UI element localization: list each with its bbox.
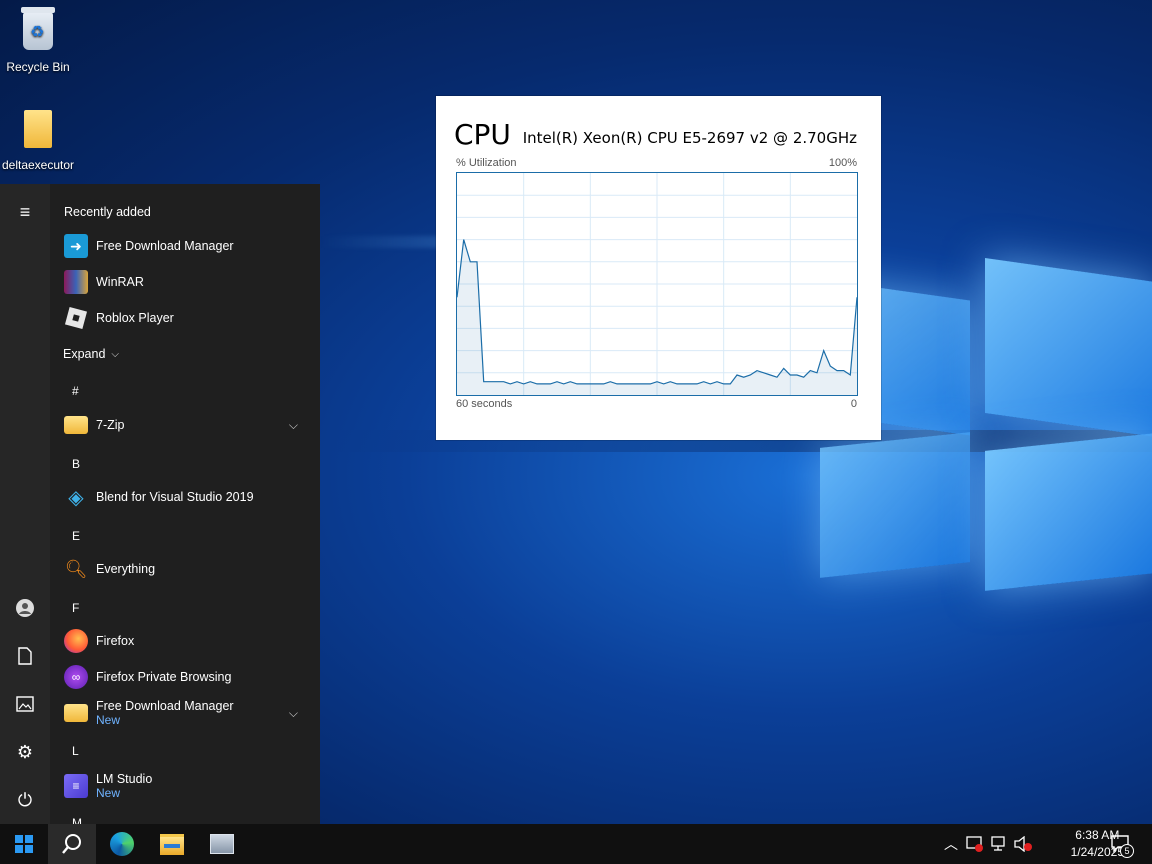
settings-gear-icon[interactable]: ⚙ <box>0 730 50 774</box>
cpu-x-right-label: 0 <box>850 398 857 410</box>
expand-label: Expand <box>63 347 106 361</box>
start-rail: ≡ ⚙ ⏻ <box>0 184 50 824</box>
file-explorer-icon <box>160 833 184 855</box>
notification-center-button[interactable]: 5 <box>1106 824 1136 864</box>
pictures-icon[interactable] <box>0 682 50 726</box>
cpu-y-max-label: 100% <box>828 157 857 169</box>
taskbar-remote-desktop[interactable] <box>198 824 246 864</box>
remote-desktop-icon <box>210 834 234 854</box>
user-account-icon[interactable] <box>0 586 50 630</box>
app-7zip[interactable]: 7-Zip ⌵ <box>50 407 320 443</box>
roblox-icon <box>64 306 88 330</box>
start-app-list: Recently added ➜ Free Download Manager W… <box>50 184 320 824</box>
documents-icon[interactable] <box>0 634 50 678</box>
desktop-icon-label: deltaexecutor <box>1 158 75 172</box>
cpu-x-left-label: 60 seconds <box>456 398 513 410</box>
new-badge: New <box>96 786 121 800</box>
chevron-down-icon[interactable]: ⌵ <box>289 418 298 433</box>
taskbar: ︿ 6:38 AM 1/24/2025 5 <box>0 824 1152 864</box>
app-label: WinRAR <box>96 275 144 289</box>
recently-added-header: Recently added <box>64 205 151 219</box>
show-hidden-icons-chevron-up-icon[interactable]: ︿ <box>940 824 962 864</box>
group-letter[interactable]: E <box>72 529 80 543</box>
folder-icon <box>64 416 88 434</box>
app-everything[interactable]: 🔍︎ Everything <box>50 551 320 587</box>
app-blend-visual-studio[interactable]: ◈ Blend for Visual Studio 2019 <box>50 479 320 515</box>
new-badge: New <box>96 713 121 727</box>
group-letter[interactable]: M <box>72 816 82 824</box>
recycle-bin-icon <box>18 7 58 56</box>
app-label: Roblox Player <box>96 311 174 325</box>
app-firefox[interactable]: Firefox <box>50 623 320 659</box>
cpu-graph-svg <box>456 173 858 395</box>
desktop-icon-recycle-bin[interactable]: Recycle Bin <box>0 7 76 74</box>
taskbar-edge[interactable] <box>98 824 146 864</box>
app-label: LM Studio <box>96 772 153 786</box>
cpu-utilization-graph <box>456 172 858 396</box>
app-lm-studio[interactable]: ≡ LM Studio New <box>50 768 320 804</box>
winrar-icon <box>64 270 88 294</box>
cpu-y-axis-label: % Utilization <box>456 157 517 169</box>
chevron-down-icon[interactable]: ⌵ <box>289 706 298 721</box>
app-roblox-player[interactable]: Roblox Player <box>50 300 320 336</box>
app-label: Firefox Private Browsing <box>96 670 232 684</box>
cpu-title: CPU <box>454 118 511 151</box>
power-icon[interactable]: ⏻ <box>0 778 50 822</box>
start-button[interactable] <box>0 824 48 864</box>
group-letter[interactable]: B <box>72 457 80 471</box>
network-icon[interactable] <box>988 824 1010 864</box>
edge-icon <box>110 832 134 856</box>
group-letter[interactable]: # <box>72 384 79 398</box>
app-label: Blend for Visual Studio 2019 <box>96 490 254 504</box>
chevron-down-icon: ⌵ <box>111 348 119 360</box>
windows-logo-icon <box>15 835 33 853</box>
app-label: Everything <box>96 562 156 576</box>
app-winrar[interactable]: WinRAR <box>50 264 320 300</box>
desktop-icon-label: Recycle Bin <box>6 60 70 74</box>
start-menu: ≡ ⚙ ⏻ Recently added ➜ Free Download Man… <box>0 184 320 824</box>
app-firefox-private[interactable]: ∞ Firefox Private Browsing <box>50 659 320 695</box>
app-label: 7-Zip <box>96 418 125 432</box>
group-letter[interactable]: L <box>72 744 79 758</box>
security-alert-icon[interactable] <box>964 824 986 864</box>
taskbar-file-explorer[interactable] <box>148 824 196 864</box>
free-download-manager-icon: ➜ <box>64 234 88 258</box>
search-icon <box>62 834 81 854</box>
cpu-monitor-widget[interactable]: CPU Intel(R) Xeon(R) CPU E5-2697 v2 @ 2.… <box>436 96 881 440</box>
firefox-private-icon: ∞ <box>64 665 88 689</box>
app-free-download-manager-recent[interactable]: ➜ Free Download Manager <box>50 228 320 264</box>
volume-muted-icon[interactable] <box>1012 824 1034 864</box>
search-magnifier-icon: 🔍︎ <box>64 558 88 579</box>
search-button[interactable] <box>48 824 96 864</box>
blend-icon: ◈ <box>68 486 84 509</box>
hamburger-menu-icon[interactable]: ≡ <box>0 190 50 234</box>
expand-button[interactable]: Expand ⌵ <box>50 336 320 372</box>
lm-studio-icon: ≡ <box>64 774 88 798</box>
desktop-icon-deltaexecutor[interactable]: deltaexecutor <box>0 108 76 172</box>
app-free-download-manager-folder[interactable]: Free Download Manager New ⌵ <box>50 695 320 731</box>
folder-icon <box>64 704 88 722</box>
app-label: Firefox <box>96 634 135 648</box>
cpu-processor-name: Intel(R) Xeon(R) CPU E5-2697 v2 @ 2.70GH… <box>522 129 857 147</box>
folder-icon <box>18 110 58 154</box>
firefox-icon <box>64 629 88 653</box>
notification-count-badge: 5 <box>1120 844 1134 858</box>
app-label: Free Download Manager <box>96 239 234 253</box>
group-letter[interactable]: F <box>72 601 79 615</box>
app-label: Free Download Manager <box>96 699 234 713</box>
